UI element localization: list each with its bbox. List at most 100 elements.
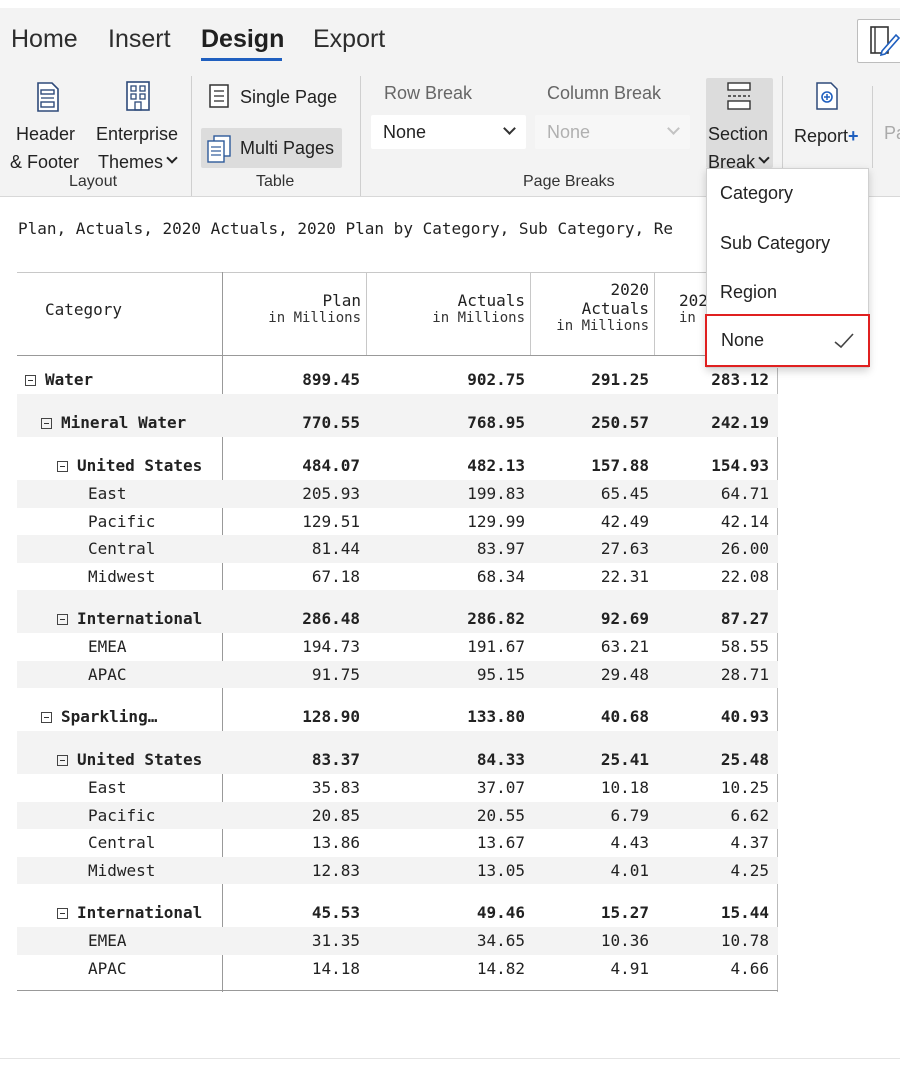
cell-value: 58.55	[720, 637, 769, 656]
chevron-down-icon	[503, 122, 516, 135]
cell-value: 37.07	[476, 778, 525, 797]
cell-value: 64.71	[720, 484, 769, 503]
chevron-down-icon	[166, 152, 178, 164]
cell-value: 25.48	[720, 750, 769, 769]
collapse-toggle-icon[interactable]	[41, 418, 52, 429]
cell-value: 4.91	[610, 958, 649, 978]
column-break-value: None	[547, 122, 591, 142]
tab-insert[interactable]: Insert	[108, 24, 171, 54]
row-label: International	[57, 609, 202, 628]
divider	[0, 1058, 900, 1059]
cell-value: 87.27	[720, 609, 769, 628]
cell-value: 6.62	[730, 805, 769, 825]
row-label-text: Midwest	[88, 566, 156, 586]
cell-value: 4.37	[730, 833, 769, 852]
column-header-category: Category	[45, 300, 123, 319]
single-page-button[interactable]: Single Page	[201, 78, 353, 116]
edit-layout-button[interactable]	[857, 19, 900, 63]
plus-icon: +	[848, 126, 859, 146]
dropdown-item-sub-category[interactable]: Sub Category	[707, 219, 868, 267]
row-label-text: United States	[77, 456, 203, 475]
report-plus-button[interactable]: Report+	[789, 78, 865, 168]
cell-value: 91.75	[311, 664, 360, 684]
row-label: Midwest	[88, 567, 155, 586]
row-label-text: Pacific	[88, 805, 156, 825]
cell-value: 10.78	[720, 931, 769, 950]
cell-value: 27.63	[600, 539, 649, 558]
table-row: APAC 14.18 14.82 4.91 4.66	[17, 955, 778, 983]
row-label: EMEA	[88, 931, 127, 950]
tab-home[interactable]: Home	[11, 24, 78, 54]
table-group-label: Table	[256, 173, 295, 190]
cell-value: 13.05	[476, 860, 525, 880]
dropdown-item-category[interactable]: Category	[707, 169, 868, 217]
cell-value: 92.69	[600, 609, 649, 628]
row-label: Pacific	[88, 806, 155, 825]
active-tab-indicator	[201, 58, 282, 61]
collapse-toggle-icon[interactable]	[57, 755, 68, 766]
row-label-text: EMEA	[88, 931, 127, 950]
cell-value: 81.44	[311, 539, 360, 558]
group-divider	[782, 76, 783, 168]
layout-group-label: Layout	[69, 173, 118, 190]
single-page-label: Single Page	[240, 87, 338, 107]
cell-value: 482.13	[467, 456, 525, 475]
cell-value: 286.82	[467, 609, 525, 628]
row-label: APAC	[88, 959, 127, 978]
enterprise-themes-label-1: Enterprise	[96, 124, 179, 144]
row-label-text: United States	[77, 750, 203, 769]
dropdown-item-none[interactable]: None	[705, 314, 870, 367]
cell-value: 42.49	[600, 511, 649, 531]
cell-value: 286.48	[302, 609, 360, 628]
cell-value: 68.34	[476, 566, 525, 586]
row-label: East	[88, 778, 127, 797]
row-label: Mineral Water	[41, 413, 186, 432]
row-label: Water	[25, 370, 93, 389]
table-row: Central 81.44 83.97 27.63 26.00	[17, 535, 778, 563]
cell-value: 22.31	[600, 566, 649, 586]
cell-value: 67.18	[311, 566, 360, 586]
cell-value: 25.41	[600, 750, 649, 769]
report-plus-icon	[816, 82, 838, 110]
cell-value: 6.79	[610, 805, 649, 825]
header-footer-label-1: Header	[16, 124, 76, 144]
collapse-toggle-icon[interactable]	[41, 712, 52, 723]
table-row: International 286.48 286.82 92.69 87.27	[17, 590, 778, 633]
column-break-label: Column Break	[547, 83, 662, 103]
cell-value: 31.35	[311, 931, 360, 950]
enterprise-themes-button[interactable]: Enterprise Themes	[94, 78, 184, 172]
table-row: Mineral Water 770.55 768.95 250.57 242.19	[17, 394, 778, 437]
multi-pages-icon	[207, 135, 231, 163]
row-label-text: International	[77, 903, 203, 922]
cell-value: 15.44	[720, 903, 769, 922]
cell-value: 49.46	[476, 903, 525, 922]
cell-value: 28.71	[720, 664, 769, 684]
cell-value: 242.19	[711, 413, 769, 432]
edit-layout-icon	[870, 26, 900, 57]
section-break-button[interactable]: Section Break	[706, 78, 773, 172]
row-label-text: Mineral Water	[61, 413, 187, 432]
row-break-select[interactable]: None	[371, 115, 526, 149]
multi-pages-button[interactable]: Multi Pages	[201, 128, 342, 168]
table-row: APAC 91.75 95.15 29.48 28.71	[17, 660, 778, 688]
row-label: APAC	[88, 665, 127, 684]
cell-value: 20.85	[311, 805, 360, 825]
row-label: Central	[88, 539, 155, 558]
section-break-label-1: Section	[708, 124, 769, 144]
row-label-text: East	[88, 484, 127, 503]
dropdown-item-region[interactable]: Region	[707, 268, 868, 316]
cell-value: 95.15	[476, 664, 525, 684]
collapse-toggle-icon[interactable]	[57, 614, 68, 625]
cell-value: 770.55	[302, 413, 360, 432]
table-row: EMEA 194.73 191.67 63.21 58.55	[17, 633, 778, 661]
dropdown-item-none-label: None	[721, 330, 765, 350]
tab-export[interactable]: Export	[313, 24, 385, 54]
single-page-icon	[209, 84, 229, 108]
cell-value: 484.07	[302, 456, 360, 475]
collapse-toggle-icon[interactable]	[57, 908, 68, 919]
header-footer-button[interactable]: Header & Footer	[8, 78, 86, 172]
collapse-toggle-icon[interactable]	[57, 461, 68, 472]
collapse-toggle-icon[interactable]	[25, 375, 36, 386]
tab-design[interactable]: Design	[201, 24, 284, 54]
chevron-down-icon	[758, 152, 770, 164]
